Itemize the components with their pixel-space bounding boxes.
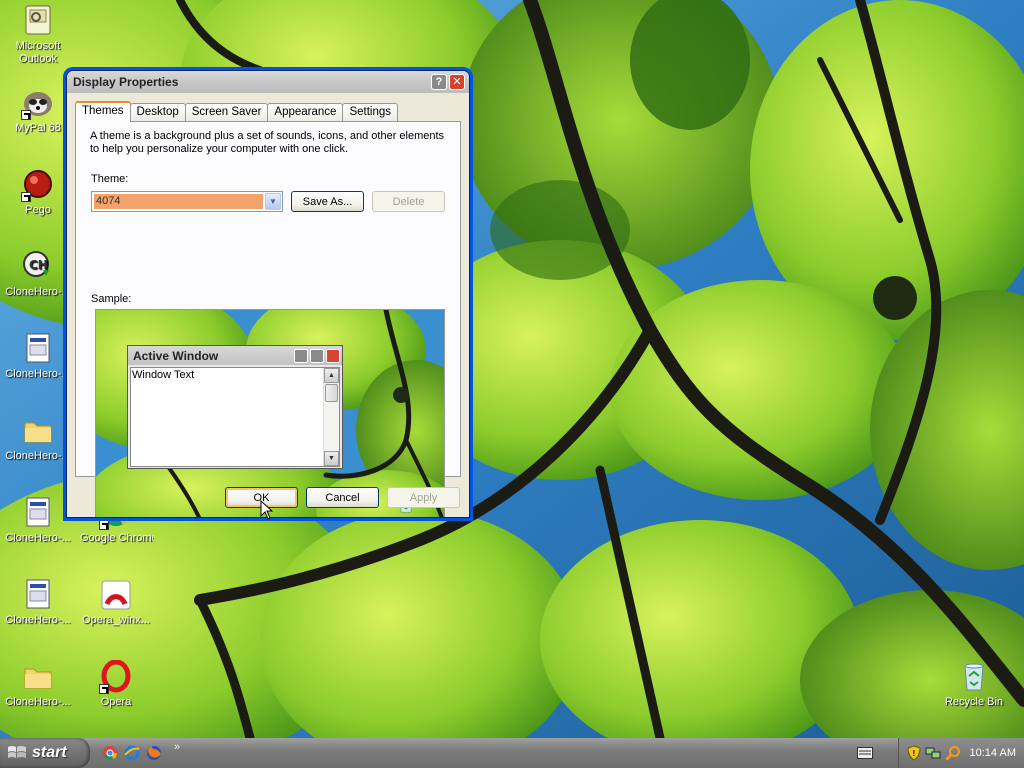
sample-label: Sample: <box>91 293 132 305</box>
help-button[interactable]: ? <box>431 74 447 90</box>
shortcut-arrow-icon <box>21 192 31 202</box>
desktop-icon-label: Opera <box>100 696 132 708</box>
theme-dropdown-value: 4074 <box>94 194 263 209</box>
tab-screen-saver[interactable]: Screen Saver <box>184 103 269 121</box>
sample-window-body: Window Text ▲ ▼ <box>130 367 340 467</box>
tab-settings[interactable]: Settings <box>342 103 399 121</box>
maximize-icon <box>310 348 324 363</box>
shortcut-arrow-icon <box>21 110 31 120</box>
document-icon <box>21 578 55 612</box>
security-shield-icon[interactable]: ! <box>907 745 921 761</box>
outlook-icon <box>21 4 55 38</box>
desktop-icon-label: CloneHero-... <box>5 368 71 380</box>
desktop-icon-mypal[interactable]: MyPal 68 <box>0 86 76 135</box>
start-label: start <box>32 744 67 761</box>
desktop-icon-opera[interactable]: Opera <box>78 660 154 709</box>
desktop-icon-label: Pego <box>25 204 51 216</box>
quicklaunch-chrome-icon[interactable] <box>102 745 118 761</box>
themes-tab-panel: A theme is a background plus a set of so… <box>75 121 461 517</box>
folder-icon <box>21 660 55 694</box>
desktop-icon-label: Google Chrome <box>80 532 154 544</box>
dialog-titlebar[interactable]: Display Properties ? ✕ <box>67 71 469 93</box>
tab-strip: Themes Desktop Screen Saver Appearance S… <box>75 101 399 122</box>
desktop-icon-recycle-bin[interactable]: Recycle Bin <box>936 660 1012 709</box>
recycle-bin-icon <box>957 660 991 694</box>
close-button[interactable]: ✕ <box>449 74 465 90</box>
clock[interactable]: 10:14 AM <box>970 747 1016 759</box>
sample-window-title: Active Window <box>133 348 219 363</box>
desktop-icon-opera-installer[interactable]: Opera_winx... <box>78 578 154 627</box>
sample-active-window: Active Window Window Text ▲ ▼ <box>127 345 343 469</box>
folder-icon <box>21 414 55 448</box>
desktop-icon-label: CloneHero-... <box>5 696 71 708</box>
windows-logo-icon <box>8 746 26 758</box>
sample-window-text: Window Text <box>132 369 195 381</box>
minimize-icon <box>294 348 308 363</box>
opera-installer-icon <box>99 578 133 612</box>
desktop-icon-pego[interactable]: Pego <box>0 168 76 217</box>
scroll-up-icon: ▲ <box>324 368 339 383</box>
opera-icon <box>99 660 133 694</box>
document-icon <box>21 496 55 530</box>
save-as-button[interactable]: Save As... <box>291 191 364 212</box>
cancel-button[interactable]: Cancel <box>306 487 379 508</box>
dialog-title: Display Properties <box>73 75 179 89</box>
desktop-icon-label: CloneHero-... <box>5 286 71 298</box>
scroll-down-icon: ▼ <box>324 451 339 466</box>
shortcut-arrow-icon <box>99 520 109 530</box>
tab-desktop[interactable]: Desktop <box>129 103 186 121</box>
desktop-icon-clonehero-1[interactable]: CH CloneHero-... <box>0 250 76 299</box>
desktop-icon-clonehero-5[interactable]: CloneHero-... <box>0 578 76 627</box>
desktop: Microsoft Outlook MyPal 68 Pego CH Clone… <box>0 0 1024 738</box>
document-icon <box>21 332 55 366</box>
desktop-icon-label: CloneHero-... <box>5 614 71 626</box>
taskbar: start » ! 10:14 AM <box>0 738 1024 768</box>
svg-text:!: ! <box>912 749 916 758</box>
desktop-icon-label: Opera_winx... <box>82 614 150 626</box>
desktop-icon-clonehero-2[interactable]: CloneHero-... <box>0 332 76 381</box>
quicklaunch-chevron[interactable]: » <box>174 741 180 753</box>
sample-scrollbar: ▲ ▼ <box>323 368 339 466</box>
mypal-icon <box>21 86 55 120</box>
theme-description: A theme is a background plus a set of so… <box>90 130 445 155</box>
desktop-icon-label: CloneHero-... <box>5 450 71 462</box>
theme-dropdown[interactable]: 4074 ▼ <box>91 191 283 212</box>
theme-label: Theme: <box>91 173 129 185</box>
desktop-icon-clonehero-6[interactable]: CloneHero-... <box>0 660 76 709</box>
scroll-thumb <box>325 384 338 402</box>
tab-themes[interactable]: Themes <box>75 101 131 122</box>
display-properties-dialog[interactable]: Display Properties ? ✕ Themes Desktop Sc… <box>66 70 470 518</box>
tab-appearance[interactable]: Appearance <box>267 103 344 121</box>
close-icon <box>326 348 340 363</box>
network-icon[interactable] <box>925 745 941 761</box>
desktop-icon-label: Recycle Bin <box>944 696 1004 708</box>
clonehero-icon: CH <box>21 250 55 284</box>
shortcut-arrow-icon <box>99 684 109 694</box>
apply-button[interactable]: Apply <box>387 487 460 508</box>
chevron-down-icon[interactable]: ▼ <box>265 193 281 210</box>
system-tray: ! 10:14 AM <box>857 738 1024 768</box>
mouse-cursor-icon <box>260 500 274 520</box>
quicklaunch-internet-explorer-icon[interactable] <box>124 745 140 761</box>
desktop-icon-clonehero-3[interactable]: CloneHero-... <box>0 414 76 463</box>
sample-window-titlebar: Active Window <box>128 346 342 365</box>
desktop-icon-clonehero-4[interactable]: CloneHero-... <box>0 496 76 545</box>
delete-button[interactable]: Delete <box>372 191 445 212</box>
start-button[interactable]: start <box>0 738 90 768</box>
svg-text:CH: CH <box>29 258 48 272</box>
desktop-icon-label: MyPal 68 <box>15 122 61 134</box>
desktop-icon-microsoft-outlook[interactable]: Microsoft Outlook <box>0 4 76 66</box>
quicklaunch-firefox-icon[interactable] <box>146 745 162 761</box>
pego-icon <box>21 168 55 202</box>
desktop-icon-label: CloneHero-... <box>5 532 71 544</box>
search-icon[interactable] <box>945 745 961 761</box>
desktop-icon-label: Microsoft Outlook <box>15 40 61 65</box>
keyboard-icon[interactable] <box>857 747 873 759</box>
